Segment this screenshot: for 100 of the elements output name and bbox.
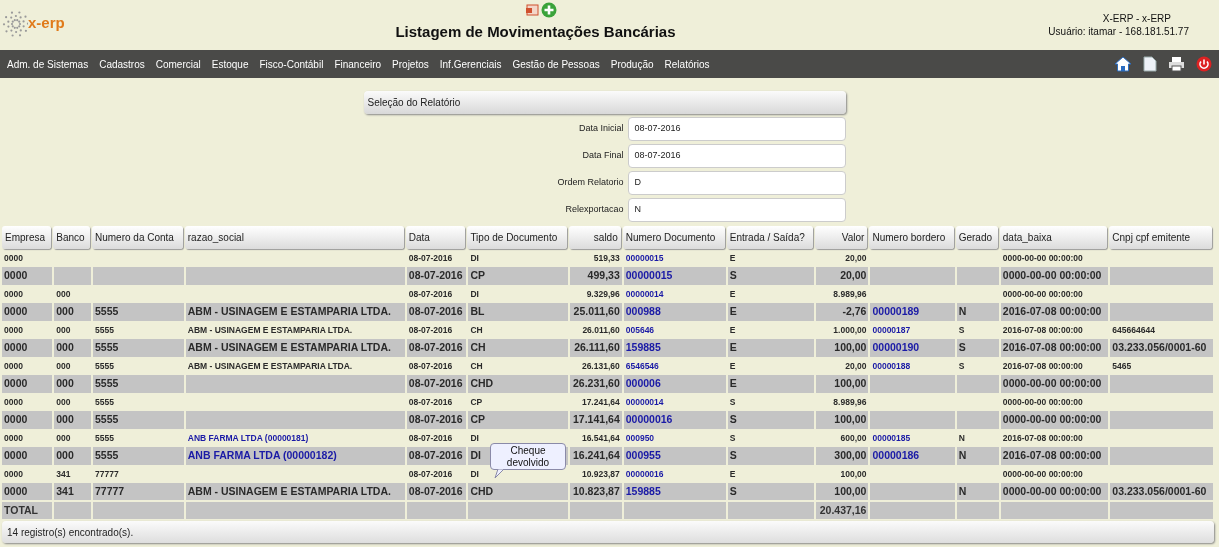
column-header[interactable]: Cnpj cpf emitente (1109, 226, 1212, 249)
table-cell: 5555 (95, 341, 119, 354)
table-cell: DI (470, 288, 479, 299)
column-header[interactable]: Gerado (955, 226, 998, 249)
table-cell: 100,00 (840, 468, 867, 479)
table-cell: 000 (56, 396, 71, 407)
menu-item[interactable]: Cadastros (99, 56, 145, 72)
menu-item[interactable]: Relatórios (664, 56, 710, 72)
table-cell: S (958, 360, 965, 371)
menu-item[interactable]: Adm. de Sistemas (7, 56, 89, 72)
input-field[interactable]: D (627, 171, 846, 195)
table-cell: DI (470, 432, 479, 443)
table-cell: 5555 (95, 377, 119, 390)
home-icon[interactable] (1114, 56, 1132, 72)
table-link[interactable]: 00000015 (625, 252, 664, 263)
table-link[interactable]: 00000185 (872, 432, 911, 443)
table-cell: 16.241,64 (573, 449, 620, 462)
menu-item[interactable]: Gestão de Pessoas (512, 56, 600, 72)
table-cell: 08-07-2016 (408, 413, 463, 426)
table-cell: 2016-07-08 00:00:00 (1002, 449, 1102, 462)
table-cell: ABM - USINAGEM E ESTAMPARIA LTDA. (187, 324, 353, 335)
table-cell: 8.989,96 (833, 288, 867, 299)
table-cell: 08-07-2016 (408, 324, 453, 335)
table-link[interactable]: 6546546 (625, 360, 659, 371)
table-cell: 100,00 (834, 413, 867, 426)
table-cell: 0000-00-00 00:00:00 (1002, 396, 1083, 407)
table-cell: 5465 (1112, 360, 1132, 371)
power-icon[interactable] (1196, 56, 1212, 72)
printer-icon[interactable] (1168, 56, 1185, 72)
table-link[interactable]: 00000016 (625, 468, 664, 479)
column-header[interactable]: data_baixa (999, 226, 1108, 249)
table-cell: 0000 (4, 288, 23, 299)
menu-item[interactable]: Comercial (155, 56, 201, 72)
document-icon[interactable] (524, 3, 539, 17)
table-cell: CP (470, 269, 485, 282)
menu-item[interactable]: Inf.Gerenciais (439, 56, 502, 72)
table-cell: 2016-07-08 00:00:00 (1002, 432, 1083, 443)
table-cell: S (729, 413, 737, 426)
column-header[interactable]: Data (405, 226, 466, 249)
input-field[interactable]: 08-07-2016 (627, 117, 846, 141)
table-cell: 0000 (4, 432, 23, 443)
column-header[interactable]: Banco (53, 226, 90, 249)
menu-item[interactable]: Produção (610, 56, 654, 72)
input-field[interactable]: 08-07-2016 (627, 144, 846, 168)
table-cell: 0000-00-00 00:00:00 (1002, 288, 1083, 299)
table-link[interactable]: 00000187 (872, 324, 911, 335)
table-cell: 0000-00-00 00:00:00 (1002, 252, 1083, 263)
column-header[interactable]: saldo (568, 226, 621, 249)
table-cell: S (729, 432, 736, 443)
table-cell: DI (470, 252, 479, 263)
column-header[interactable]: Tipo de Documento (467, 226, 567, 249)
menu-item[interactable]: Estoque (211, 56, 249, 72)
table-link[interactable]: ANB FARMA LTDA (00000181) (187, 432, 309, 443)
table-cell: E (729, 360, 736, 371)
table-cell: 0000 (4, 252, 23, 263)
table-cell: 0000-00-00 00:00:00 (1002, 413, 1102, 426)
table-cell: E (729, 377, 737, 390)
table-cell: 5555 (95, 360, 114, 371)
column-header[interactable]: Numero da Conta (92, 226, 183, 249)
table-cell: ABM - USINAGEM E ESTAMPARIA LTDA. (187, 484, 391, 497)
table-cell: 0000 (4, 305, 28, 318)
table-cell: 08-07-2016 (408, 341, 463, 354)
table-cell: 0000 (4, 396, 23, 407)
table-cell: 0000-00-00 00:00:00 (1002, 484, 1102, 497)
table-cell: ABM - USINAGEM E ESTAMPARIA LTDA. (187, 341, 391, 354)
menu-item[interactable]: Projetos (392, 56, 429, 72)
table-cell: 100,00 (834, 484, 867, 497)
input-field[interactable]: N (627, 198, 846, 222)
table-cell: 645664644 (1112, 324, 1155, 335)
table-link[interactable]: 000950 (625, 432, 655, 443)
field-label: Data Inicial (578, 122, 624, 136)
table-cell: CHD (470, 377, 494, 390)
table-cell: 10.823,87 (573, 484, 620, 497)
column-header[interactable]: Empresa (2, 226, 52, 249)
table-cell: 5555 (95, 396, 114, 407)
total-value: 20.437,16 (819, 503, 867, 516)
table-cell: E (729, 324, 736, 335)
table-cell: 000 (56, 324, 71, 335)
table-cell: 499,33 (587, 269, 620, 282)
table-link[interactable]: 005646 (625, 324, 655, 335)
column-header[interactable]: Numero bordero (869, 226, 954, 249)
table-link[interactable]: 00000014 (625, 288, 664, 299)
add-icon[interactable] (540, 2, 557, 18)
table-cell: CHD (470, 484, 494, 497)
document-icon[interactable] (1143, 56, 1157, 72)
column-header[interactable]: Valor (815, 226, 868, 249)
menu-item[interactable]: Fisco-Contábil (259, 56, 324, 72)
column-header[interactable]: Entrada / Saída? (726, 226, 814, 249)
table-cell: 0000 (4, 269, 28, 282)
column-header[interactable]: Numero Documento (622, 226, 725, 249)
table-cell: N (958, 305, 967, 318)
section-header: Seleção do Relatório (363, 91, 846, 114)
table-link[interactable]: 00000188 (872, 360, 911, 371)
table-cell: E (729, 341, 737, 354)
table-link[interactable]: 00000014 (625, 396, 664, 407)
menu-item[interactable]: Financeiro (334, 56, 382, 72)
table-cell: CP (470, 396, 483, 407)
table-cell: S (729, 449, 737, 462)
table-cell: 000 (56, 449, 74, 462)
column-header[interactable]: razao_social (184, 226, 404, 249)
